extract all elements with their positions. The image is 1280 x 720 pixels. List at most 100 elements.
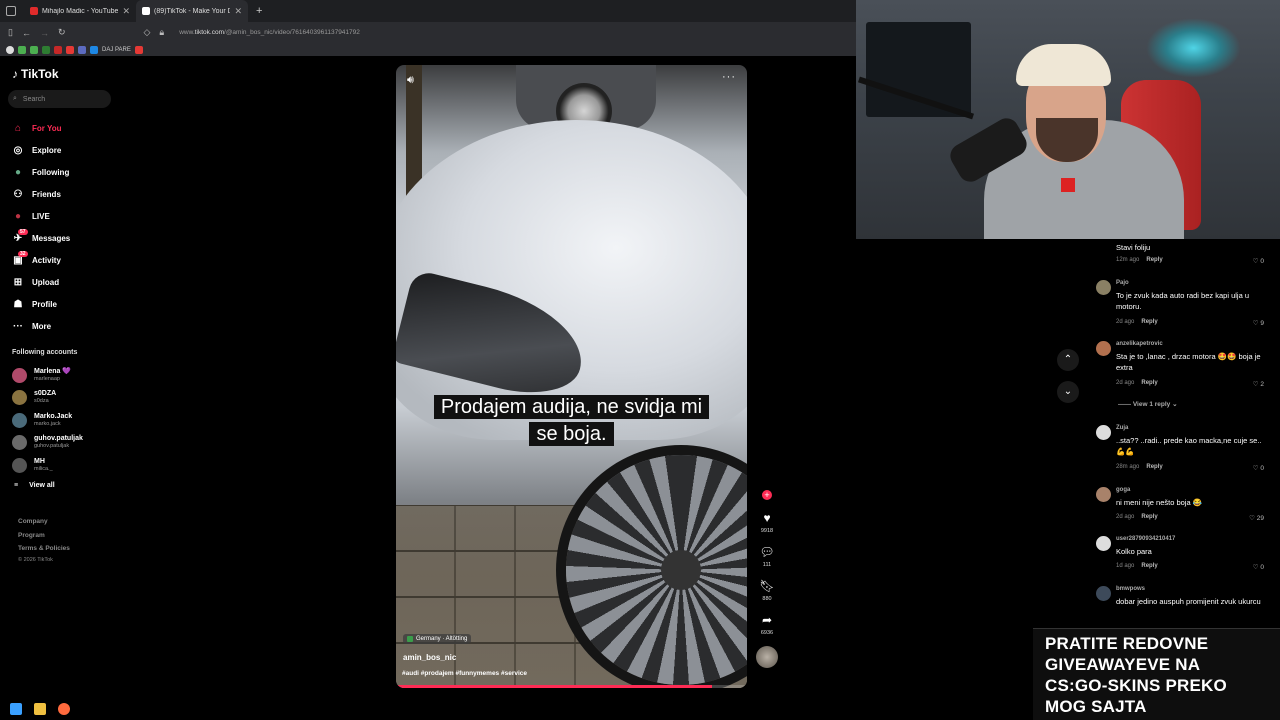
- avatar: [12, 390, 27, 406]
- comment-icon: 💬︎: [759, 545, 775, 559]
- avatar: [12, 435, 27, 451]
- share-button[interactable]: ➦ 6936: [761, 612, 773, 636]
- sidebar-item-more[interactable]: ··· More: [12, 315, 122, 337]
- avatar[interactable]: [1096, 536, 1111, 551]
- shield-icon[interactable]: ◇: [144, 27, 151, 38]
- search-input[interactable]: ⌕ Search: [8, 90, 111, 108]
- sidebar-item-friends[interactable]: ⚇ Friends: [12, 183, 122, 205]
- comment-like-button[interactable]: ♡ 9: [1253, 319, 1264, 327]
- bookmark-icon[interactable]: [78, 45, 86, 54]
- avatar[interactable]: [1096, 425, 1111, 440]
- music-disc-avatar[interactable]: [756, 646, 778, 668]
- follow-plus-icon[interactable]: +: [762, 490, 772, 500]
- sidebar-item-profile[interactable]: ☗ Profile: [12, 293, 122, 315]
- account-item[interactable]: MH milica._: [12, 454, 122, 477]
- account-item[interactable]: s0DZA s0dza: [12, 387, 122, 410]
- comment-user[interactable]: anzelikapetrovic: [1116, 341, 1163, 347]
- footer-link-terms[interactable]: Terms & Policies: [18, 542, 70, 556]
- search-placeholder: Search: [22, 95, 46, 103]
- file-explorer-icon[interactable]: [34, 702, 46, 715]
- account-item[interactable]: guhov.patuljak guhov.patuljak: [12, 432, 122, 455]
- lock-icon[interactable]: 🔒︎: [159, 27, 164, 38]
- close-tab-icon[interactable]: ✕: [122, 6, 130, 17]
- bookmark-daj-pare[interactable]: DAJ PARE: [102, 47, 131, 53]
- more-options-icon[interactable]: ···: [722, 71, 736, 83]
- reply-button[interactable]: Reply: [1146, 257, 1162, 263]
- footer-link-company[interactable]: Company: [18, 515, 70, 529]
- comment-button[interactable]: 💬︎ 111: [759, 544, 774, 568]
- view-replies-button[interactable]: —— View 1 reply ⌄: [1118, 400, 1178, 408]
- tab-title: Mihajlo Madic - YouTube: [42, 7, 119, 15]
- comment-like-button[interactable]: ♡ 0: [1253, 563, 1264, 571]
- sidebar-item-upload[interactable]: ⊞ Upload: [12, 271, 122, 293]
- footer-link-program[interactable]: Program: [18, 529, 70, 543]
- location-tag[interactable]: Germany · Altötting: [403, 634, 472, 644]
- like-count: 9918: [760, 528, 774, 534]
- close-tab-icon[interactable]: ✕: [234, 6, 242, 17]
- reload-icon[interactable]: ↻: [58, 27, 66, 38]
- reply-button[interactable]: Reply: [1141, 319, 1157, 325]
- save-button[interactable]: 🔖︎ 880: [759, 578, 774, 602]
- windows-start-icon[interactable]: [10, 702, 22, 715]
- sidebar-item-activity[interactable]: ▣ 32 Activity: [12, 249, 122, 271]
- sidebar-item-messages[interactable]: ✈ 57 Messages: [12, 227, 122, 249]
- avatar[interactable]: [1096, 586, 1111, 601]
- video-caption: Prodajem audija, ne svidja mi se boja.: [406, 394, 737, 448]
- video-hashtags[interactable]: #audi #prodajem #funnymemes #service: [402, 670, 527, 677]
- sidebar-item-label: Activity: [32, 255, 61, 265]
- comment-user[interactable]: Pajo: [1116, 280, 1129, 286]
- sidebar-item-for-you[interactable]: ⌂ For You: [12, 117, 122, 139]
- video-frame-hub: [661, 550, 701, 590]
- comment-like-button[interactable]: ♡ 29: [1249, 514, 1264, 522]
- avatar[interactable]: [1096, 341, 1111, 356]
- reply-button[interactable]: Reply: [1146, 464, 1162, 470]
- forward-icon[interactable]: →: [40, 28, 49, 38]
- scroll-down-button[interactable]: ⌄: [1057, 381, 1079, 403]
- comment-like-count: 0: [1260, 465, 1264, 472]
- video-author[interactable]: amin_bos_nic: [403, 653, 456, 662]
- comment-user[interactable]: user28790934210417: [1116, 536, 1175, 542]
- avatar[interactable]: [1096, 487, 1111, 502]
- bookmark-icon[interactable]: [134, 45, 143, 54]
- reply-button[interactable]: Reply: [1141, 514, 1157, 520]
- bookmark-icon[interactable]: [30, 45, 38, 54]
- list-icon: ≡: [14, 482, 19, 489]
- account-item[interactable]: Marlena 💜 marlenaap: [12, 364, 122, 387]
- tiktok-logo[interactable]: ♪ TikTok: [12, 67, 59, 81]
- back-icon[interactable]: ←: [22, 28, 31, 38]
- sidebar-item-explore[interactable]: ◎ Explore: [12, 139, 122, 161]
- scroll-up-button[interactable]: ⌃: [1057, 349, 1079, 371]
- bookmark-icon[interactable]: [18, 45, 26, 54]
- tab-overview-icon[interactable]: [6, 6, 16, 16]
- url-field[interactable]: www.tiktok.com/@amin_bos_nic/video/76164…: [179, 29, 360, 36]
- tab-youtube[interactable]: Mihajlo Madic - YouTube ✕: [24, 0, 136, 22]
- tab-tiktok[interactable]: (89)TikTok - Make Your Day ✕: [136, 0, 248, 22]
- reply-button[interactable]: Reply: [1141, 380, 1157, 386]
- comment-like-button[interactable]: ♡ 0: [1253, 257, 1264, 265]
- globe-bookmark-icon[interactable]: [6, 45, 14, 54]
- profile-icon: ☗: [13, 298, 23, 310]
- comment-like-button[interactable]: ♡ 0: [1253, 464, 1264, 472]
- video-player[interactable]: 🔊︎ ··· Prodajem audija, ne svidja mi se …: [396, 65, 747, 688]
- comment-user[interactable]: bmwpows: [1116, 586, 1145, 592]
- account-item[interactable]: Marko.Jack marko.jack: [12, 409, 122, 432]
- bookmark-icon[interactable]: [66, 45, 74, 54]
- bookmark-icon[interactable]: [90, 45, 98, 54]
- reply-button[interactable]: Reply: [1141, 563, 1157, 569]
- comment-user[interactable]: goga: [1116, 487, 1130, 493]
- comment-like-button[interactable]: ♡ 2: [1253, 380, 1264, 388]
- volume-icon[interactable]: 🔊︎: [407, 74, 414, 87]
- bookmark-icon[interactable]: [42, 45, 50, 54]
- avatar[interactable]: [1096, 280, 1111, 295]
- more-icon: ···: [13, 320, 23, 332]
- view-all-button[interactable]: ≡ View all: [14, 482, 55, 489]
- browser-icon[interactable]: [58, 702, 70, 715]
- bookmark-icon[interactable]: [54, 45, 62, 54]
- sidebar-toggle-icon[interactable]: ▯: [8, 27, 13, 38]
- new-tab-icon[interactable]: +: [256, 5, 262, 17]
- video-progress-bar[interactable]: [396, 685, 747, 688]
- comment-user[interactable]: Zuja: [1116, 425, 1128, 431]
- sidebar-item-following[interactable]: ● Following: [12, 161, 122, 183]
- like-button[interactable]: ♥ 9918: [761, 510, 773, 534]
- sidebar-item-live[interactable]: ● LIVE: [12, 205, 122, 227]
